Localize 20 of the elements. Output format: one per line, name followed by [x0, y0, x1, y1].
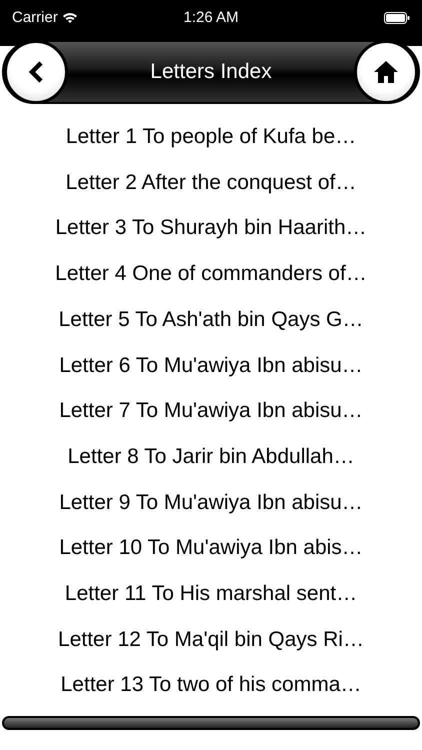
wifi-icon: [62, 12, 78, 24]
letter-item[interactable]: Letter 6 To Mu'awiya Ibn abisu…: [59, 350, 363, 382]
letter-item[interactable]: Letter 9 To Mu'awiya Ibn abisu…: [59, 486, 363, 518]
letter-item[interactable]: Letter 12 To Ma'qil bin Qays Ri…: [58, 624, 364, 656]
battery-icon: [384, 12, 410, 24]
letter-item[interactable]: Letter 1 To people of Kufa be…: [66, 121, 356, 153]
letter-item[interactable]: Letter 7 To Mu'awiya Ibn abisu…: [59, 395, 363, 427]
letter-item[interactable]: Letter 2 After the conquest of…: [66, 166, 356, 198]
letter-item[interactable]: Letter 3 To Shurayh bin Haarith…: [55, 212, 367, 244]
letter-item[interactable]: Letter 10 To Mu'awiya Ibn abis…: [59, 532, 363, 564]
home-icon: [373, 60, 399, 84]
letter-item[interactable]: Letter 8 To Jarir bin Abdullah…: [68, 440, 354, 472]
carrier-label: Carrier: [12, 8, 58, 28]
letter-item[interactable]: Letter 13 To two of his comma…: [60, 669, 362, 701]
letter-item[interactable]: Letter 11 To His marshal sent…: [64, 578, 358, 610]
letter-item[interactable]: Letter 4 One of commanders of…: [55, 258, 367, 290]
page-title: Letters Index: [150, 59, 272, 86]
letter-item[interactable]: Letter 5 To Ash'ath bin Qays G…: [58, 304, 364, 336]
status-time: 1:26 AM: [183, 8, 239, 28]
back-icon: [27, 60, 45, 84]
